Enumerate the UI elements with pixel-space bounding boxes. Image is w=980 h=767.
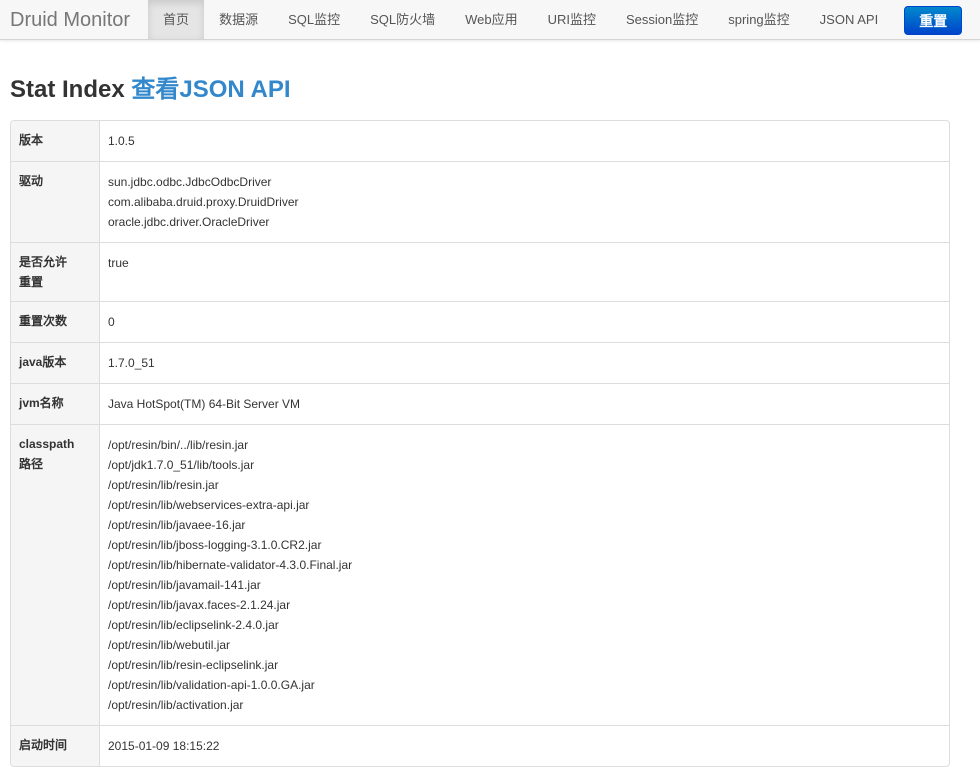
value-line: /opt/jdk1.7.0_51/lib/tools.jar (108, 458, 255, 472)
value-line: /opt/resin/lib/hibernate-validator-4.3.0… (108, 558, 353, 572)
value-line: /opt/resin/lib/jboss-logging-3.1.0.CR2.j… (108, 538, 322, 552)
page-title-text: Stat Index (10, 76, 125, 103)
nav-item-datasource[interactable]: 数据源 (204, 0, 273, 39)
table-row: 驱动 sun.jdbc.odbc.JdbcOdbcDriver com.alib… (11, 161, 949, 243)
reset-button[interactable]: 重置 (904, 6, 963, 35)
value-line: /opt/resin/lib/javax.faces-2.1.24.jar (108, 598, 291, 612)
value-line: true (108, 256, 129, 270)
value-line: Java HotSpot(TM) 64-Bit Server VM (108, 397, 301, 411)
row-label-jvm-name: jvm名称 (11, 383, 100, 425)
table-row: 重置次数 0 (11, 301, 949, 343)
value-line: 2015-01-09 18:15:22 (108, 739, 220, 753)
value-line: /opt/resin/lib/webservices-extra-api.jar (108, 498, 310, 512)
value-line: /opt/resin/lib/javamail-141.jar (108, 578, 261, 592)
row-label-classpath: classpath 路径 (11, 424, 100, 726)
value-line: sun.jdbc.odbc.JdbcOdbcDriver (108, 175, 272, 189)
page-title: Stat Index 查看JSON API (10, 76, 980, 104)
row-value-reset-enable: true (99, 242, 949, 302)
value-line: /opt/resin/lib/resin.jar (108, 478, 219, 492)
nav-item-home[interactable]: 首页 (148, 0, 205, 39)
row-value-start-time: 2015-01-09 18:15:22 (99, 725, 949, 766)
row-label-reset-enable: 是否允许 重置 (11, 242, 100, 302)
navbar: Druid Monitor 首页 数据源 SQL监控 SQL防火墙 Web应用 … (0, 0, 980, 40)
row-value-version: 1.0.5 (100, 121, 950, 162)
row-label-driver: 驱动 (11, 161, 100, 243)
row-value-classpath: /opt/resin/bin/../lib/resin.jar /opt/jdk… (99, 424, 949, 726)
table-row: jvm名称 Java HotSpot(TM) 64-Bit Server VM (11, 383, 949, 425)
row-label-start-time: 启动时间 (11, 725, 100, 766)
table-row: classpath 路径 /opt/resin/bin/../lib/resin… (11, 424, 949, 726)
value-line: /opt/resin/bin/../lib/resin.jar (108, 438, 249, 452)
nav-item-json-api[interactable]: JSON API (805, 0, 894, 39)
row-label-reset-count: 重置次数 (11, 301, 100, 343)
stat-table: 版本 1.0.5 驱动 sun.jdbc.odbc.JdbcOdbcDriver… (10, 120, 950, 767)
value-line: /opt/resin/lib/webutil.jar (108, 638, 231, 652)
nav-item-spring-monitor[interactable]: spring监控 (713, 0, 804, 39)
table-row: 启动时间 2015-01-09 18:15:22 (11, 725, 949, 766)
table-row: 版本 1.0.5 (11, 121, 949, 162)
value-line: /opt/resin/lib/validation-api-1.0.0.GA.j… (108, 678, 315, 692)
value-line: 0 (108, 315, 115, 329)
label-line: classpath (19, 437, 75, 451)
label-line: 重置 (19, 275, 44, 289)
value-line: 1.0.5 (108, 134, 135, 148)
value-line: /opt/resin/lib/resin-eclipselink.jar (108, 658, 279, 672)
row-value-java-version: 1.7.0_51 (99, 342, 949, 384)
view-json-api-link[interactable]: 查看JSON API (131, 76, 290, 103)
table-row: java版本 1.7.0_51 (11, 342, 949, 384)
row-value-driver: sun.jdbc.odbc.JdbcOdbcDriver com.alibaba… (99, 161, 949, 243)
row-value-jvm-name: Java HotSpot(TM) 64-Bit Server VM (99, 383, 949, 425)
value-line: /opt/resin/lib/eclipselink-2.4.0.jar (108, 618, 279, 632)
nav-item-sql-monitor[interactable]: SQL监控 (273, 0, 355, 39)
row-value-reset-count: 0 (99, 301, 949, 343)
value-line: /opt/resin/lib/activation.jar (108, 698, 244, 712)
label-line: 路径 (19, 457, 44, 471)
brand-title[interactable]: Druid Monitor (0, 0, 148, 39)
row-label-version: 版本 (11, 121, 100, 162)
value-line: oracle.jdbc.driver.OracleDriver (108, 215, 270, 229)
value-line: 1.7.0_51 (108, 356, 155, 370)
label-line: 是否允许 (19, 255, 68, 269)
table-row: 是否允许 重置 true (11, 242, 949, 302)
nav-item-session-monitor[interactable]: Session监控 (611, 0, 713, 39)
nav-item-sql-firewall[interactable]: SQL防火墙 (355, 0, 450, 39)
value-line: /opt/resin/lib/javaee-16.jar (108, 518, 246, 532)
nav-item-uri-monitor[interactable]: URI监控 (533, 0, 611, 39)
nav-item-web-app[interactable]: Web应用 (450, 0, 533, 39)
nav-menu: 首页 数据源 SQL监控 SQL防火墙 Web应用 URI监控 Session监… (148, 0, 893, 39)
row-label-java-version: java版本 (11, 342, 100, 384)
value-line: com.alibaba.druid.proxy.DruidDriver (108, 195, 299, 209)
